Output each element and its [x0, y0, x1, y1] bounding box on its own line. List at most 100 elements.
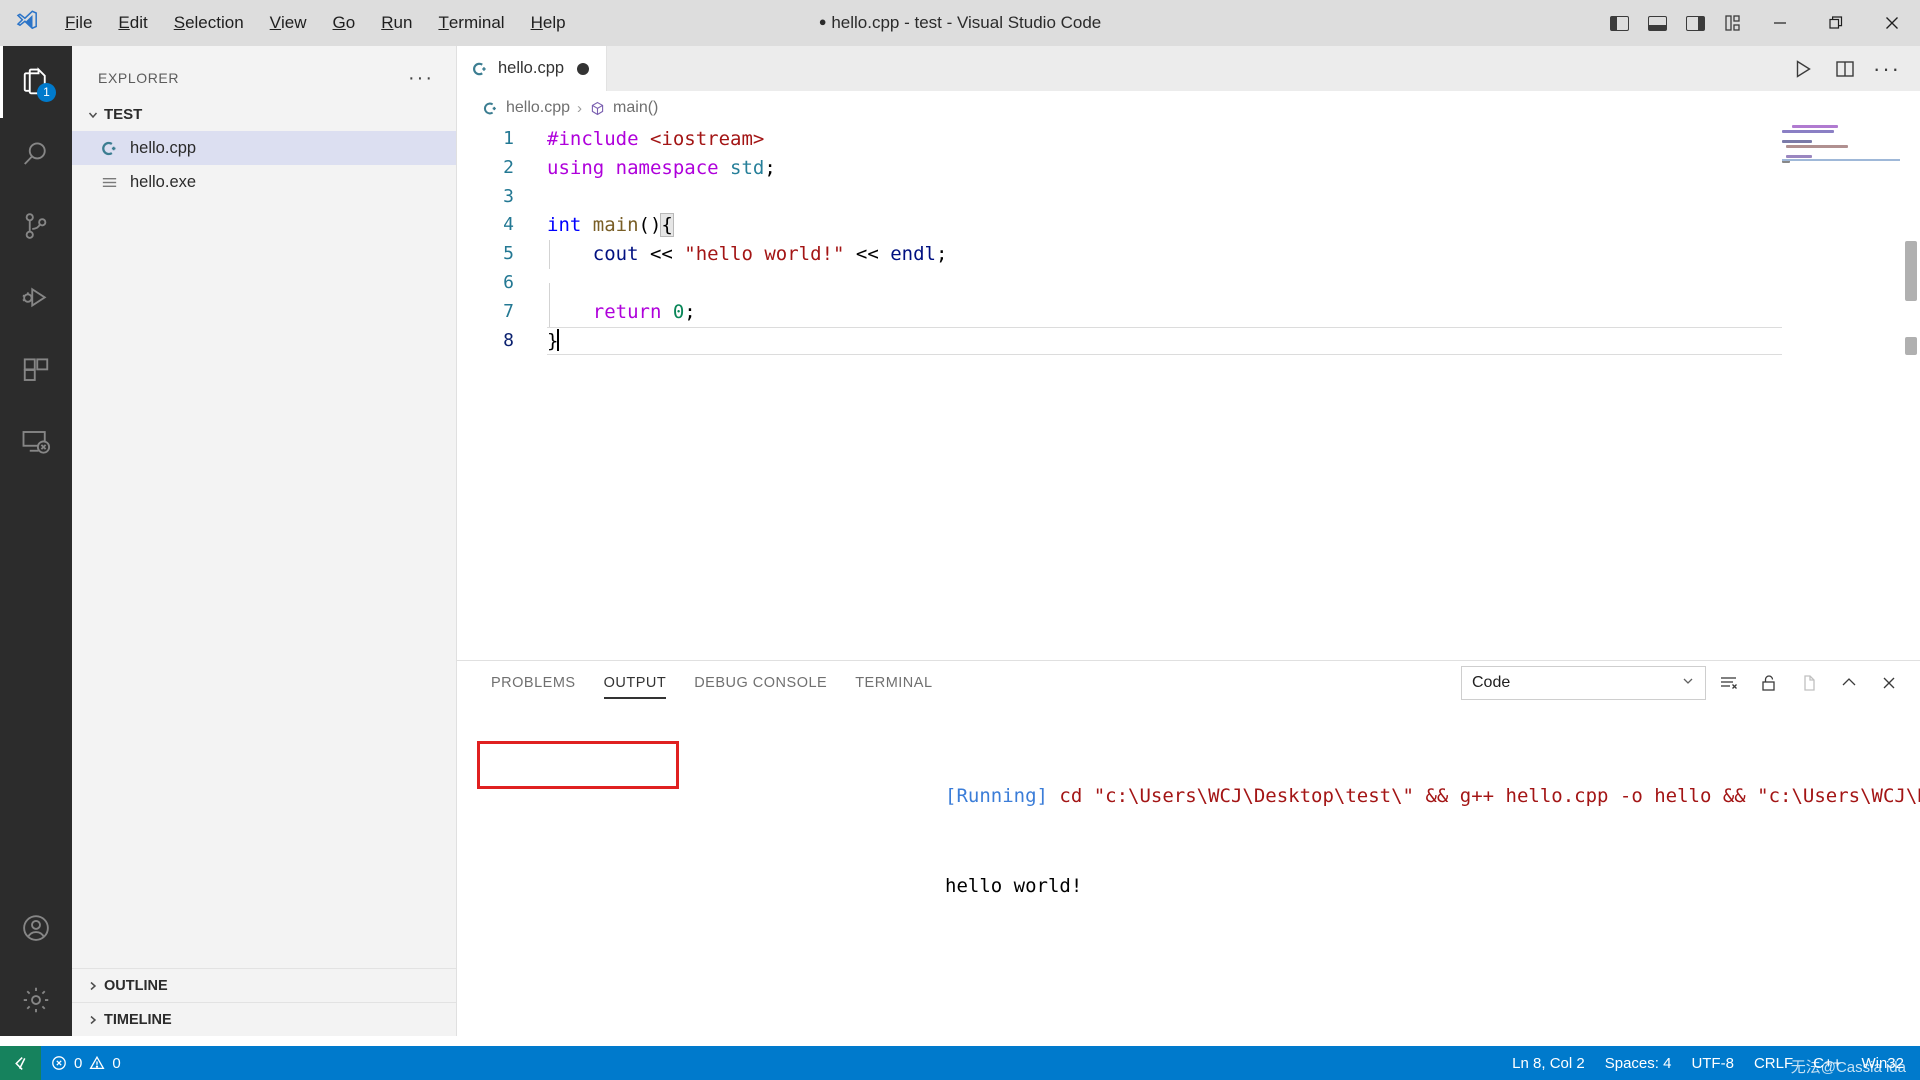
folder-name: TEST — [104, 106, 142, 123]
editor-more-actions-button[interactable]: ··· — [1868, 50, 1906, 88]
code-line: 2using namespace std; — [457, 154, 1920, 183]
menu-edit[interactable]: Edit — [105, 0, 160, 46]
play-icon — [1792, 58, 1814, 80]
status-problems[interactable]: 0 0 — [41, 1046, 131, 1080]
line-number: 6 — [457, 269, 547, 298]
source-control-icon — [21, 211, 51, 241]
editor-tab-bar: hello.cpp ··· — [457, 46, 1920, 91]
code-line: 5 cout << "hello world!" << endl; — [457, 240, 1920, 269]
minimize-button[interactable] — [1752, 0, 1808, 46]
run-code-button[interactable] — [1784, 50, 1822, 88]
code-token: () — [639, 214, 662, 236]
status-bar-right: Ln 8, Col 2 Spaces: 4 UTF-8 CRLF C++ Win… — [1502, 1046, 1920, 1080]
unlock-icon — [1759, 673, 1779, 693]
status-label: C++ — [1813, 1055, 1841, 1072]
menu-go[interactable]: Go — [320, 0, 369, 46]
output-line-program: hello world! — [945, 871, 1920, 901]
output-channel-select[interactable]: Code — [1461, 666, 1706, 700]
customize-layout-button[interactable] — [1714, 0, 1752, 46]
tab-debug-console[interactable]: DEBUG CONSOLE — [680, 661, 841, 705]
code-token: { — [661, 214, 672, 236]
activity-item-search[interactable] — [0, 118, 72, 190]
status-end-of-line[interactable]: CRLF — [1744, 1046, 1803, 1080]
activity-item-accounts[interactable] — [0, 892, 72, 964]
exe-file-icon — [100, 173, 130, 192]
line-content: cout << "hello world!" << endl; — [547, 240, 947, 269]
status-bar: 0 0 Ln 8, Col 2 Spaces: 4 UTF-8 CRLF C++… — [0, 1046, 1920, 1080]
chevron-right-icon — [82, 980, 104, 992]
toggle-panel-button[interactable] — [1638, 0, 1676, 46]
clear-output-button[interactable] — [1712, 666, 1746, 700]
activity-item-remote-explorer[interactable] — [0, 406, 72, 478]
running-tag: [Running] — [945, 785, 1048, 807]
open-in-editor-button[interactable] — [1792, 666, 1826, 700]
tab-output[interactable]: OUTPUT — [590, 661, 681, 705]
line-content: using namespace std; — [547, 154, 776, 183]
menu-bar[interactable]: File Edit Selection View Go Run Terminal… — [52, 0, 579, 46]
maximize-panel-button[interactable] — [1832, 666, 1866, 700]
lock-scroll-button[interactable] — [1752, 666, 1786, 700]
status-language-mode[interactable]: C++ — [1803, 1046, 1851, 1080]
menu-selection[interactable]: Selection — [161, 0, 257, 46]
activity-item-source-control[interactable] — [0, 190, 72, 262]
tab-label: PROBLEMS — [491, 675, 576, 691]
code-token: cout — [593, 243, 639, 265]
account-icon — [21, 913, 51, 943]
close-panel-button[interactable] — [1872, 666, 1906, 700]
code-line: 4int main(){ — [457, 211, 1920, 240]
split-editor-button[interactable] — [1826, 50, 1864, 88]
output-content[interactable]: [Running] cd "c:\Users\WCJ\Desktop\test\… — [457, 705, 1920, 1036]
section-timeline[interactable]: TIMELINE — [72, 1002, 456, 1036]
menu-file[interactable]: File — [52, 0, 105, 46]
activity-item-run-and-debug[interactable] — [0, 262, 72, 334]
status-encoding[interactable]: UTF-8 — [1681, 1046, 1744, 1080]
breadcrumb-symbol[interactable]: main() — [613, 99, 658, 117]
split-editor-icon — [1835, 59, 1855, 79]
folder-root-test[interactable]: TEST — [72, 98, 456, 131]
file-item-hello-cpp[interactable]: hello.cpp — [72, 131, 456, 165]
tab-problems[interactable]: PROBLEMS — [477, 661, 590, 705]
breadcrumb-file[interactable]: hello.cpp — [506, 99, 570, 117]
activity-item-explorer[interactable]: 1 — [0, 46, 72, 118]
menu-help[interactable]: Help — [518, 0, 579, 46]
activity-item-extensions[interactable] — [0, 334, 72, 406]
code-token: << — [639, 243, 685, 265]
file-item-hello-exe[interactable]: hello.exe — [72, 165, 456, 199]
section-outline[interactable]: OUTLINE — [72, 968, 456, 1002]
tab-label: DEBUG CONSOLE — [694, 675, 827, 691]
warning-icon — [89, 1055, 105, 1071]
activity-item-manage[interactable] — [0, 964, 72, 1036]
open-file-icon — [1799, 673, 1819, 693]
tab-hello-cpp[interactable]: hello.cpp — [457, 46, 607, 91]
tab-terminal[interactable]: TERMINAL — [841, 661, 946, 705]
symbol-method-icon — [589, 100, 606, 117]
menu-run[interactable]: Run — [368, 0, 425, 46]
close-button[interactable] — [1864, 0, 1920, 46]
status-editor-position[interactable]: Ln 8, Col 2 — [1502, 1046, 1595, 1080]
line-content: } — [547, 327, 559, 356]
close-icon — [1885, 16, 1899, 30]
status-indentation[interactable]: Spaces: 4 — [1595, 1046, 1682, 1080]
status-platform[interactable]: Win32 — [1851, 1046, 1914, 1080]
secondary-sidebar-icon — [1686, 16, 1705, 31]
current-line-highlight — [547, 327, 1790, 356]
restore-button[interactable] — [1808, 0, 1864, 46]
scrollbar-thumb[interactable] — [1905, 241, 1917, 301]
toggle-primary-sidebar-button[interactable] — [1600, 0, 1638, 46]
toggle-secondary-sidebar-button[interactable] — [1676, 0, 1714, 46]
tab-dirty-indicator[interactable] — [577, 63, 589, 75]
remote-indicator-button[interactable] — [0, 1046, 41, 1080]
explorer-badge: 1 — [37, 83, 56, 102]
activity-bar: 1 — [0, 46, 72, 1036]
clear-all-icon — [1719, 673, 1739, 693]
output-line-blank — [945, 961, 1920, 991]
menu-view[interactable]: View — [257, 0, 320, 46]
breadcrumb-separator: › — [577, 100, 582, 117]
menu-terminal[interactable]: Terminal — [425, 0, 517, 46]
code-line: 3 — [457, 183, 1920, 212]
code-line: 1#include <iostream> — [457, 125, 1920, 154]
status-label: CRLF — [1754, 1055, 1793, 1072]
bottom-panel: PROBLEMS OUTPUT DEBUG CONSOLE TERMINAL C… — [457, 660, 1920, 1036]
status-label: Spaces: 4 — [1605, 1055, 1672, 1072]
sidebar-more-actions-button[interactable]: ··· — [398, 67, 444, 90]
